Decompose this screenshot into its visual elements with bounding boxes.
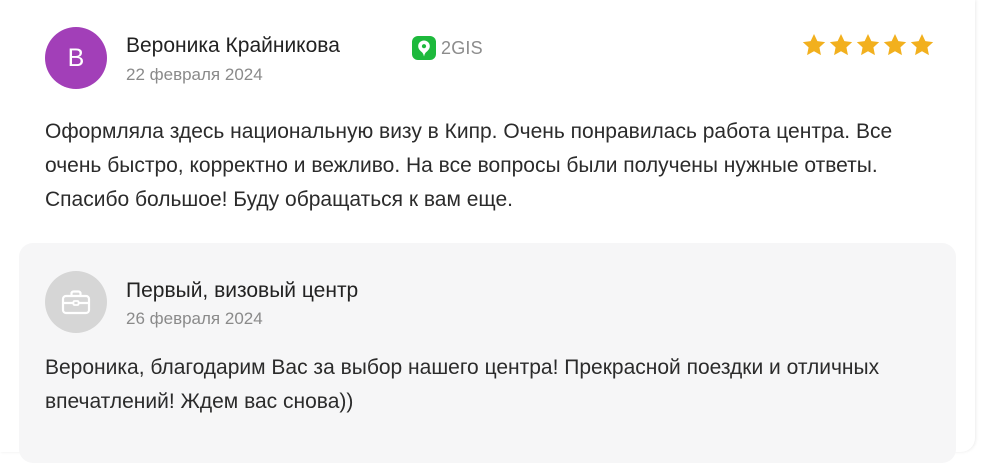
- company-reply: Первый, визовый центр 26 февраля 2024 Ве…: [19, 243, 956, 463]
- rating-stars: [800, 32, 935, 58]
- reply-author: Первый, визовый центр: [126, 279, 359, 302]
- briefcase-icon: [61, 290, 91, 315]
- reply-text: Вероника, благодарим Вас за выбор нашего…: [45, 356, 880, 413]
- author-name: Вероника Крайникова: [126, 34, 340, 57]
- star-icon: [910, 33, 934, 56]
- review-source: 2GIS: [411, 36, 483, 60]
- avatar: В: [45, 27, 107, 89]
- review-text: Оформляла здесь национальную визу в Кипр…: [45, 120, 893, 211]
- star-icon: [856, 33, 880, 56]
- company-avatar: [45, 271, 107, 333]
- reply-date: 26 февраля 2024: [126, 309, 263, 328]
- source-label: 2GIS: [441, 37, 483, 58]
- star-icon: [829, 33, 853, 56]
- review-header: В Вероника Крайникова 2GIS 22 февраля 20…: [45, 27, 935, 91]
- 2gis-icon: [412, 36, 436, 60]
- star-icon: [802, 33, 826, 56]
- review-date: 22 февраля 2024: [126, 65, 263, 84]
- review-card: В Вероника Крайникова 2GIS 22 февраля 20…: [0, 0, 975, 463]
- star-icon: [883, 33, 907, 56]
- avatar-letter: В: [67, 43, 85, 72]
